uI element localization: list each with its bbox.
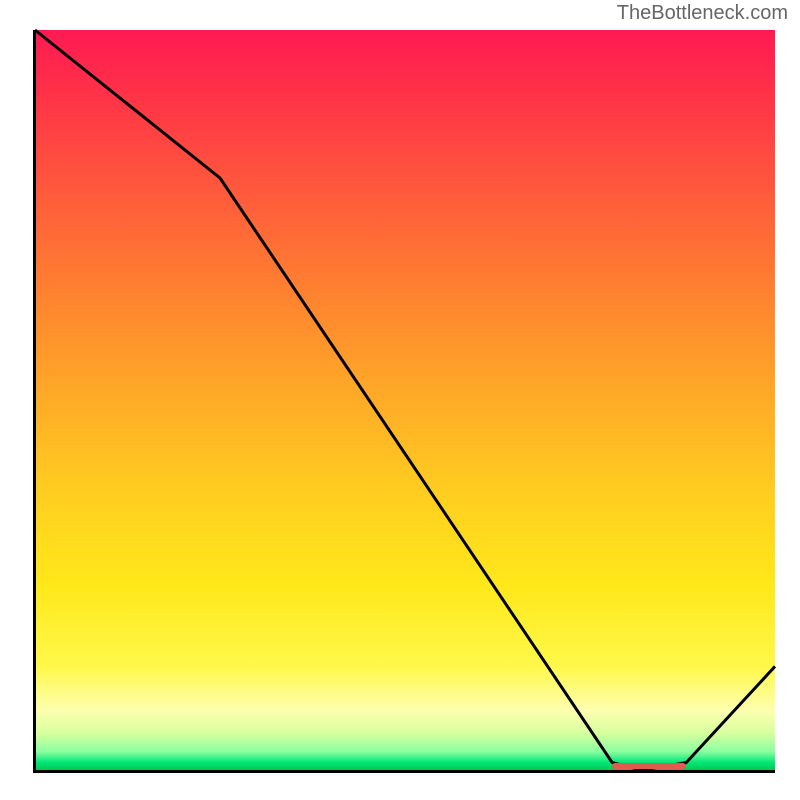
x-axis-line	[35, 770, 775, 773]
y-axis-line	[33, 30, 36, 773]
bottleneck-curve-svg	[35, 30, 775, 770]
bottleneck-curve-path	[35, 30, 775, 770]
optimal-range-marker	[612, 763, 686, 769]
chart-plot-area	[35, 30, 775, 770]
watermark-text: TheBottleneck.com	[617, 2, 788, 25]
